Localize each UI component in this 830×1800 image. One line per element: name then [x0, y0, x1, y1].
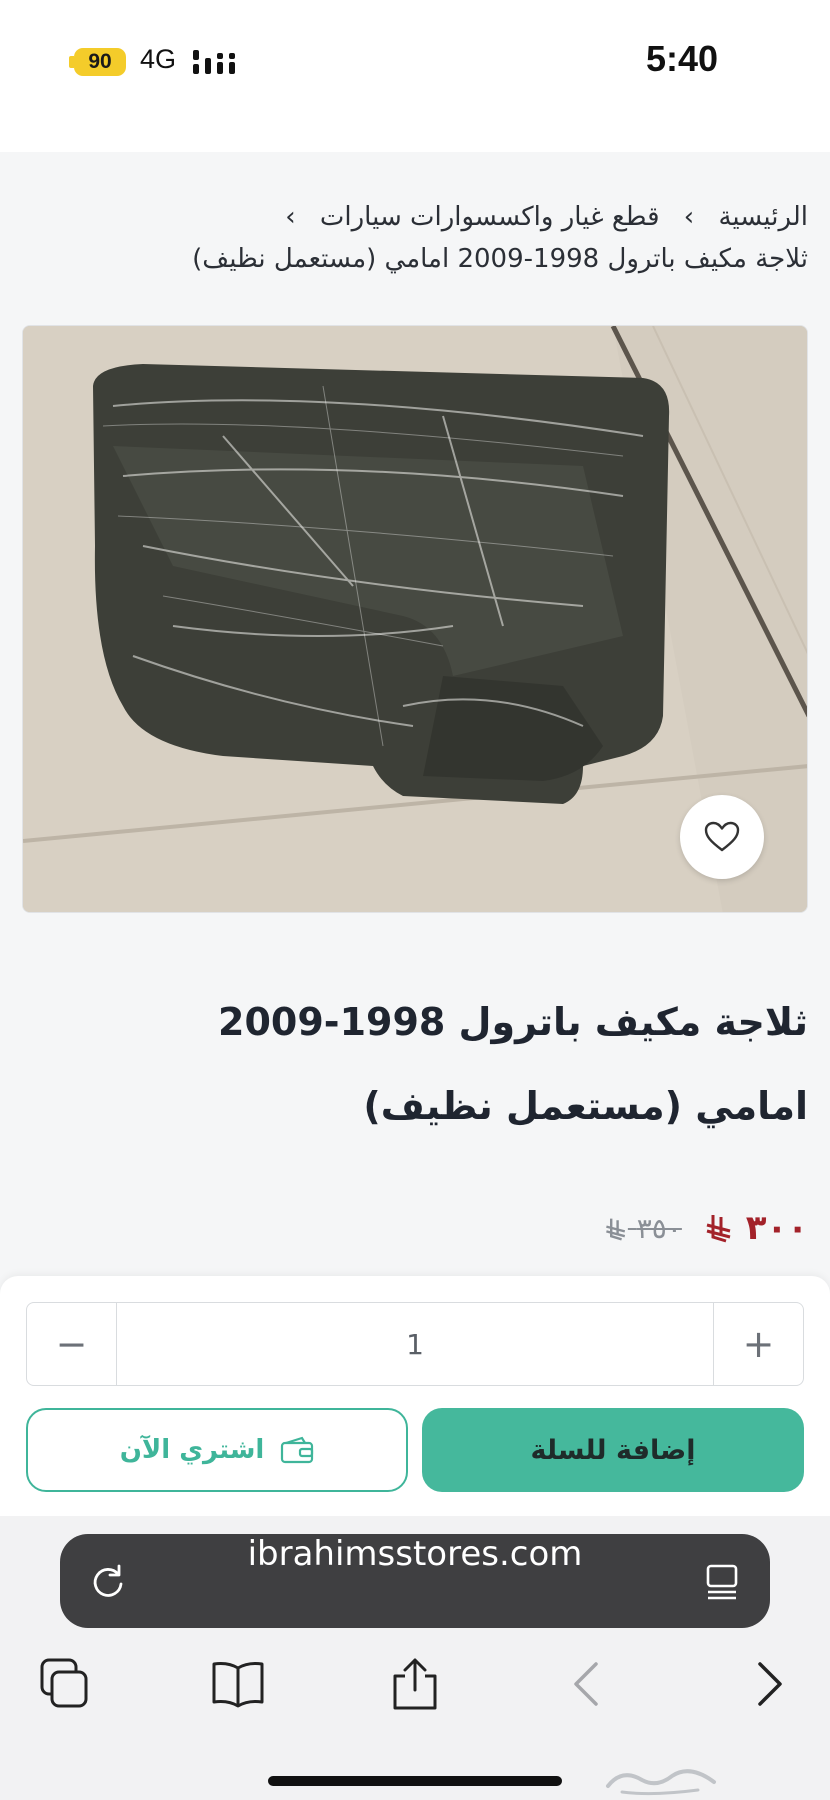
reload-icon[interactable] [88, 1562, 128, 1602]
price-row: ٣٠٠ ٣٥٠ [604, 1208, 808, 1248]
heart-icon [704, 821, 740, 852]
back-icon[interactable] [560, 1656, 616, 1712]
breadcrumb-links: الرئيسية › قطع غيار واكسسوارات سيارات › [48, 196, 808, 238]
price-old-value: ٣٥٠ [636, 1211, 682, 1245]
favorite-button[interactable] [680, 795, 764, 879]
network-type: 4G [140, 44, 177, 74]
chevron-left-icon: › [683, 202, 695, 232]
address-bar[interactable]: ibrahimsstores.com [60, 1534, 770, 1628]
riyal-symbol [706, 1215, 731, 1243]
breadcrumb: الرئيسية › قطع غيار واكسسوارات سيارات › … [48, 196, 808, 280]
battery-indicator: 90 [74, 48, 126, 76]
quantity-stepper: − 1 + [26, 1302, 804, 1386]
signal-icon [193, 50, 235, 74]
home-indicator [268, 1776, 562, 1786]
bookmarks-icon[interactable] [210, 1656, 266, 1712]
add-to-cart-button[interactable]: إضافة للسلة [422, 1408, 804, 1492]
haraj-watermark-logo [606, 1769, 716, 1796]
purchase-panel: − 1 + اشتري الآن إضافة للسلة [0, 1276, 830, 1516]
add-to-cart-label: إضافة للسلة [530, 1434, 696, 1466]
status-bar: 90 4G 5:40 [0, 0, 830, 152]
breadcrumb-current: ثلاجة مكيف باترول 1998-2009 امامي (مستعم… [192, 244, 808, 274]
forward-icon[interactable] [742, 1656, 798, 1712]
browser-chrome: ibrahimsstores.com [0, 1516, 830, 1800]
buy-now-label: اشتري الآن [119, 1435, 265, 1465]
share-icon[interactable] [387, 1656, 443, 1712]
tabs-icon[interactable] [36, 1656, 92, 1712]
chevron-left-icon: › [285, 202, 296, 232]
decrease-quantity-button[interactable]: − [27, 1303, 117, 1385]
price-current: ٣٠٠ [704, 1208, 808, 1248]
quantity-value[interactable]: 1 [117, 1303, 713, 1385]
breadcrumb-home[interactable]: الرئيسية [718, 202, 808, 232]
reader-icon[interactable] [702, 1562, 742, 1602]
price-current-value: ٣٠٠ [745, 1208, 808, 1248]
breadcrumb-category[interactable]: قطع غيار واكسسوارات سيارات [320, 202, 660, 232]
riyal-symbol [605, 1218, 625, 1241]
clock: 5:40 [645, 38, 718, 79]
url-text[interactable]: ibrahimsstores.com [60, 1534, 770, 1628]
buy-now-button[interactable]: اشتري الآن [26, 1408, 408, 1492]
price-old: ٣٥٠ [604, 1212, 682, 1245]
wallet-icon [281, 1436, 314, 1464]
product-title: ثلاجة مكيف باترول 1998-2009 امامي (مستعم… [218, 1000, 808, 1128]
increase-quantity-button[interactable]: + [713, 1303, 803, 1385]
